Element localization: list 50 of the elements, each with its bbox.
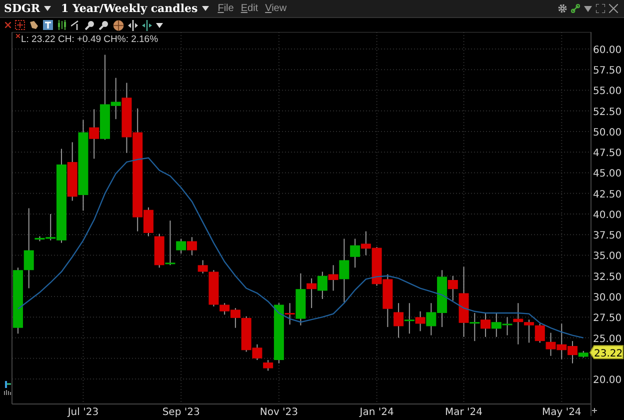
x-axis-label: Jan '24 bbox=[360, 407, 394, 418]
caret-icon[interactable] bbox=[584, 6, 592, 12]
y-axis-label: 35.00 bbox=[593, 251, 622, 262]
period-selector[interactable]: 1 Year/Weekly candles bbox=[61, 2, 198, 15]
y-axis-label: 50.00 bbox=[593, 128, 622, 138]
target-icon[interactable] bbox=[113, 20, 124, 30]
candlestick bbox=[491, 312, 502, 338]
y-axis-label: 55.00 bbox=[593, 86, 622, 98]
caret-icon[interactable] bbox=[44, 6, 52, 11]
link-icon[interactable] bbox=[571, 4, 580, 13]
x-axis-label: Mar '24 bbox=[445, 407, 483, 418]
close-icon[interactable] bbox=[16, 34, 20, 38]
menu-item[interactable]: Edit bbox=[240, 3, 258, 14]
y-axis-label: 42.50 bbox=[593, 189, 622, 200]
y-axis-label: 45.00 bbox=[593, 168, 622, 180]
close-icon[interactable] bbox=[609, 4, 618, 13]
y-axis-label: 20.00 bbox=[593, 375, 622, 386]
x-axis-label: Nov '23 bbox=[260, 407, 298, 418]
plus-icon[interactable] bbox=[592, 408, 597, 413]
x-axis-label: May '24 bbox=[542, 407, 582, 418]
y-axis-label: 25.00 bbox=[593, 334, 622, 345]
text-tool-icon[interactable] bbox=[43, 20, 53, 30]
candlestick bbox=[317, 271, 328, 300]
last-price-tag: 23.22 bbox=[589, 345, 624, 360]
y-axis-label: 30.00 bbox=[593, 292, 622, 304]
crosshair-icon[interactable] bbox=[15, 20, 25, 30]
y-axis-label: 37.50 bbox=[593, 230, 622, 242]
menu-item[interactable]: File bbox=[218, 3, 234, 14]
candlestick bbox=[186, 236, 197, 256]
settings-icon[interactable] bbox=[558, 4, 567, 13]
y-axis-label: 27.50 bbox=[593, 313, 622, 324]
menu-item[interactable]: View bbox=[265, 3, 287, 14]
volume-toggle-icon[interactable] bbox=[4, 381, 11, 395]
price-legend: L: 23.22 CH: +0.49 CH%: 2.16% bbox=[21, 34, 158, 45]
y-axis-label: 47.50 bbox=[593, 148, 622, 160]
x-axis-label: Jul '23 bbox=[68, 407, 99, 418]
caret-icon[interactable] bbox=[202, 6, 209, 11]
symbol-selector[interactable]: SDGR bbox=[4, 2, 40, 15]
y-axis-label: 32.50 bbox=[593, 272, 622, 283]
line-tool-icon[interactable] bbox=[71, 20, 81, 30]
y-axis-label: 60.00 bbox=[593, 45, 622, 56]
caret-icon[interactable] bbox=[156, 22, 163, 28]
close-icon[interactable] bbox=[5, 22, 11, 28]
fullscreen-icon[interactable] bbox=[596, 4, 605, 13]
y-axis-label: 52.50 bbox=[593, 106, 622, 118]
y-axis-label: 40.00 bbox=[593, 210, 622, 221]
candlestick bbox=[480, 312, 491, 338]
y-axis-label: 57.50 bbox=[593, 66, 622, 77]
candlestick-icon[interactable] bbox=[57, 20, 67, 30]
x-axis-label: Sep '23 bbox=[162, 407, 200, 418]
